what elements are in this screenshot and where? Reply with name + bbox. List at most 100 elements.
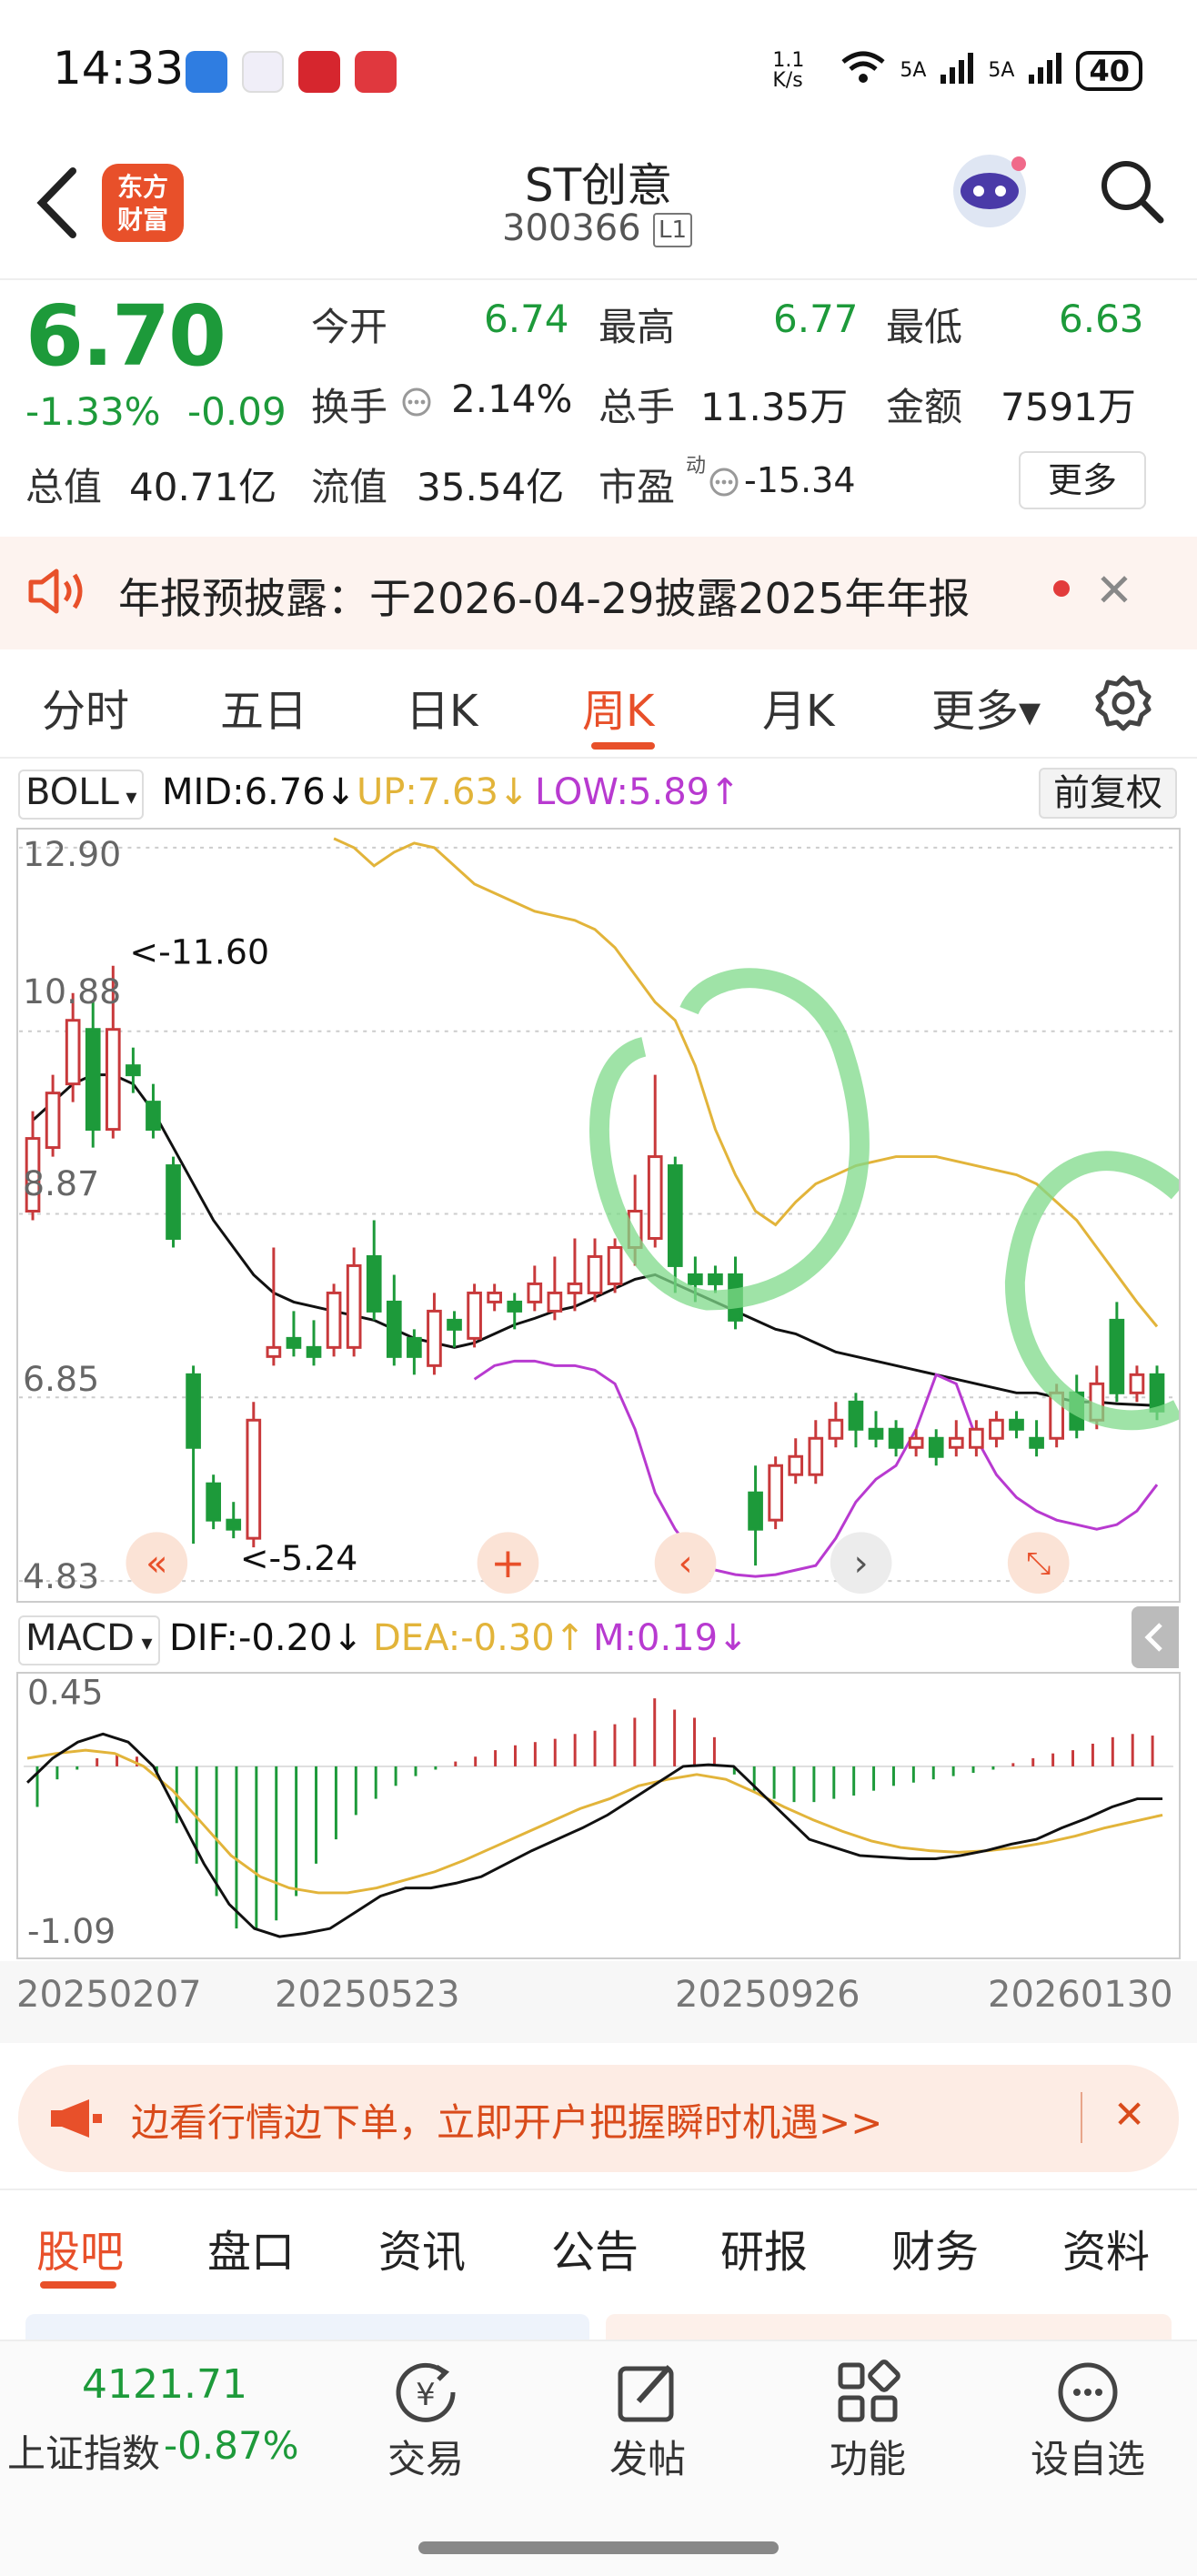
candle-body	[567, 1282, 583, 1294]
candle-body	[768, 1464, 783, 1522]
tab-more[interactable]: 更多▾	[931, 675, 1041, 739]
candle-body	[105, 1028, 121, 1132]
battery-icon: 40	[1076, 50, 1142, 91]
tab-intraday[interactable]: 分时	[42, 675, 129, 739]
candle-body	[146, 1101, 161, 1132]
notice-close-button[interactable]: ✕	[1095, 564, 1133, 617]
status-indicators: 1.1 K/s 5A 5A 40	[772, 49, 1142, 92]
scroll-right-button[interactable]: ›	[830, 1532, 892, 1595]
promo-close-button[interactable]: ✕	[1113, 2092, 1145, 2137]
candle-body	[1129, 1373, 1145, 1394]
candle-body	[667, 1164, 683, 1267]
highlight-circle	[589, 968, 870, 1311]
high-label: 最高	[598, 305, 676, 349]
trade-label[interactable]: 交易	[353, 2429, 498, 2484]
change-value: -0.09	[187, 389, 287, 434]
candle-body	[708, 1273, 723, 1285]
candle-body	[467, 1291, 482, 1340]
more-button[interactable]: 更多	[1019, 451, 1146, 509]
net-speed: 1.1 K/s	[772, 48, 805, 92]
post-label[interactable]: 发帖	[575, 2429, 720, 2484]
wifi-icon	[840, 49, 887, 92]
date-label: 20250926	[675, 1974, 860, 2016]
boll-upper-line	[333, 837, 1159, 1328]
level-badge: L1	[653, 213, 693, 247]
adjust-button[interactable]: 前复权	[1039, 768, 1177, 819]
apps-label[interactable]: 功能	[795, 2429, 940, 2484]
collapse-panel-button[interactable]	[1132, 1606, 1179, 1668]
app-screen: 14:33 1.1 K/s 5A 5A 40 东方 财富 ST创意 300366…	[0, 0, 1197, 2576]
axis-label: 0.45	[27, 1673, 104, 1713]
more-icon[interactable]	[1051, 2356, 1124, 2429]
indicator-selector-boll[interactable]: BOLL ▾	[18, 770, 145, 820]
axis-label: 6.85	[23, 1359, 99, 1399]
axis-label: 4.83	[23, 1556, 99, 1596]
tesla-app-icon	[298, 51, 340, 93]
candle-body	[948, 1436, 964, 1449]
tab-announcements[interactable]: 公告	[551, 2216, 639, 2279]
tab-daily-k[interactable]: 日K	[406, 675, 478, 739]
watchlist-label[interactable]: 设自选	[1015, 2429, 1161, 2484]
signal-icon	[1027, 49, 1063, 92]
date-label: 20250207	[16, 1974, 202, 2016]
tab-weekly-k[interactable]: 周K	[582, 675, 654, 739]
axis-label: 12.90	[23, 834, 121, 874]
zoom-in-button[interactable]: +	[477, 1532, 539, 1595]
chevron-left-icon	[1144, 1623, 1162, 1652]
axis-label: 10.88	[23, 971, 121, 1011]
macd-chart[interactable]: 0.45 -1.09	[16, 1672, 1181, 1959]
divider	[0, 2189, 1197, 2190]
search-button[interactable]	[1095, 155, 1168, 227]
tab-forum[interactable]: 股吧	[36, 2216, 124, 2279]
candle-body	[206, 1482, 221, 1522]
tab-news[interactable]: 资讯	[378, 2216, 466, 2279]
tab-order-book[interactable]: 盘口	[207, 2216, 295, 2279]
candle-body	[487, 1291, 502, 1303]
volume-label: 总手	[598, 385, 676, 429]
candle-body	[828, 1418, 844, 1440]
min-price-annotation: <-5.24	[240, 1538, 358, 1578]
index-value[interactable]: 4121.71	[82, 2361, 247, 2408]
tab-research[interactable]: 研报	[720, 2216, 808, 2279]
svg-text:¥: ¥	[416, 2377, 436, 2413]
index-change[interactable]: -0.87%	[164, 2423, 299, 2468]
indicator-selector-macd[interactable]: MACD ▾	[18, 1615, 160, 1665]
candle-body	[527, 1282, 543, 1303]
apps-icon[interactable]	[831, 2356, 904, 2429]
info-icon[interactable]	[708, 466, 740, 502]
pe-value: -15.34	[744, 460, 856, 500]
candle-body	[969, 1427, 984, 1449]
trade-icon[interactable]: ¥	[389, 2356, 462, 2429]
market-cap-value: 40.71亿	[129, 465, 277, 509]
home-indicator[interactable]	[418, 2541, 779, 2554]
scroll-left-button[interactable]: ‹	[654, 1532, 717, 1595]
candle-body	[808, 1436, 824, 1476]
tab-monthly-k[interactable]: 月K	[762, 675, 834, 739]
tab-profile[interactable]: 资料	[1062, 2216, 1150, 2279]
current-price: 6.70	[25, 287, 226, 385]
candle-body	[386, 1300, 402, 1358]
expand-button[interactable]: ⤡	[1007, 1532, 1070, 1595]
candle-body	[1009, 1418, 1024, 1431]
turnover-label: 换手	[311, 385, 388, 429]
low-value: 6.63	[1059, 297, 1144, 341]
date-label: 20260130	[988, 1974, 1173, 2016]
float-cap-label: 流值	[311, 465, 388, 509]
candle-body	[427, 1309, 442, 1367]
robot-assistant-icon[interactable]	[946, 146, 1033, 233]
speaker-icon	[25, 566, 89, 620]
open-label: 今开	[311, 305, 388, 349]
search-icon	[1101, 161, 1164, 224]
signal-label-2: 5A	[988, 59, 1015, 82]
status-time: 14:33	[53, 42, 185, 95]
chart-settings-button[interactable]	[1093, 673, 1153, 737]
tab-five-day[interactable]: 五日	[220, 675, 307, 739]
tab-finance[interactable]: 财务	[891, 2216, 979, 2279]
candle-body	[186, 1373, 201, 1449]
post-icon[interactable]	[611, 2356, 684, 2429]
candle-body	[587, 1254, 603, 1294]
zoom-out-button[interactable]: «	[126, 1532, 188, 1595]
index-name[interactable]: 上证指数	[7, 2423, 160, 2479]
kline-chart[interactable]: 12.90 10.88 8.87 6.85 4.83 <-11.60 <-5.2…	[16, 828, 1181, 1603]
info-icon[interactable]	[400, 386, 433, 422]
